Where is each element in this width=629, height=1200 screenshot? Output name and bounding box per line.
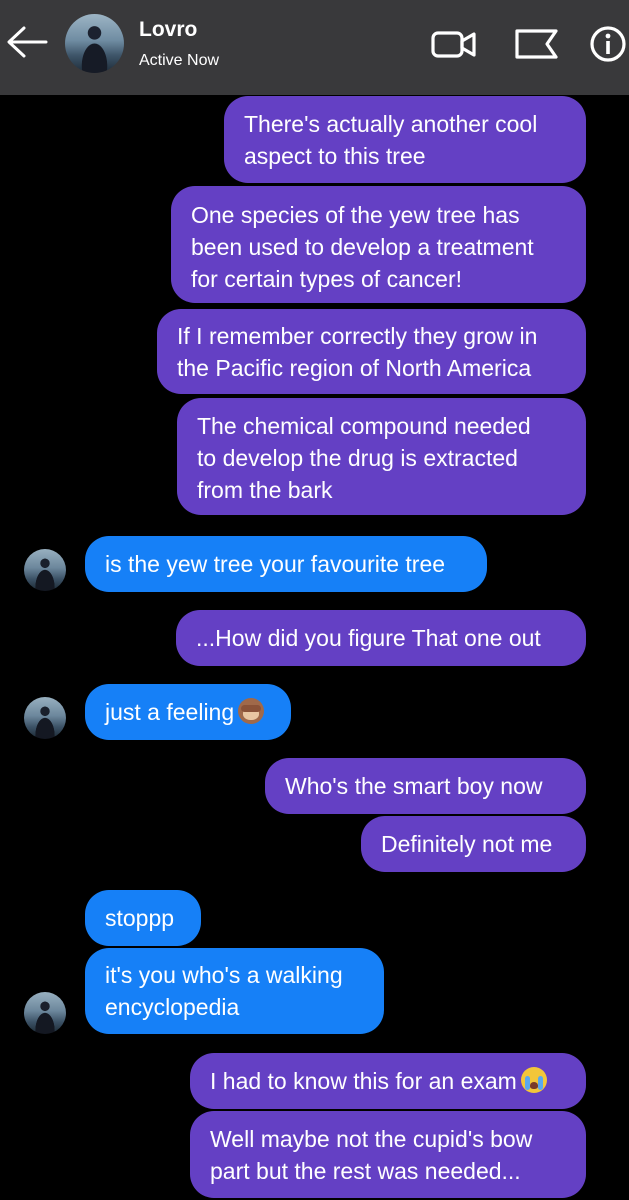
message-bubble-outgoing[interactable]: Definitely not me: [361, 816, 586, 872]
back-arrow-icon[interactable]: [4, 22, 48, 62]
contact-avatar-small[interactable]: [24, 549, 66, 591]
contact-avatar[interactable]: [65, 14, 124, 73]
see-no-evil-monkey-icon: [238, 698, 265, 724]
message-bubble-incoming[interactable]: just a feeling: [85, 684, 291, 740]
message-line: from the bark: [197, 477, 333, 503]
contact-name[interactable]: Lovro: [139, 18, 197, 42]
message-line: just a feeling: [105, 696, 271, 728]
flag-icon[interactable]: [512, 24, 560, 64]
message-line: for certain types of cancer!: [191, 266, 463, 292]
message-line: aspect to this tree: [244, 143, 426, 169]
message-line: is the yew tree your favourite tree: [105, 551, 446, 577]
message-line: Definitely not me: [381, 831, 553, 857]
chat-header: Lovro Active Now: [0, 0, 629, 95]
message-bubble-outgoing[interactable]: There's actually another cool aspect to …: [224, 96, 586, 183]
info-icon[interactable]: [588, 24, 628, 64]
message-bubble-outgoing[interactable]: Well maybe not the cupid's bow part but …: [190, 1111, 586, 1198]
message-line: Who's the smart boy now: [285, 773, 543, 799]
contact-status: Active Now: [139, 52, 220, 69]
message-line: the Pacific region of North America: [177, 355, 532, 381]
video-call-icon[interactable]: [430, 24, 478, 64]
message-line: stoppp: [105, 905, 175, 931]
crying-face-icon: [520, 1067, 547, 1093]
message-bubble-outgoing[interactable]: One species of the yew tree has been use…: [171, 186, 586, 303]
message-bubble-incoming[interactable]: is the yew tree your favourite tree: [85, 536, 487, 592]
message-line: Well maybe not the cupid's bow: [210, 1126, 533, 1152]
message-line: it's you who's a walking: [105, 962, 343, 988]
message-line: to develop the drug is extracted: [197, 445, 518, 471]
message-line: I had to know this for an exam: [210, 1065, 566, 1097]
message-bubble-outgoing[interactable]: ...How did you figure That one out: [176, 610, 586, 666]
message-line: ...How did you figure That one out: [196, 625, 541, 651]
message-bubble-outgoing[interactable]: The chemical compound needed to develop …: [177, 398, 586, 515]
message-bubble-incoming[interactable]: stoppp: [85, 890, 201, 946]
message-line: If I remember correctly they grow in: [177, 323, 538, 349]
message-line: part but the rest was needed...: [210, 1158, 521, 1184]
message-bubble-outgoing[interactable]: I had to know this for an exam: [190, 1053, 586, 1109]
message-line: One species of the yew tree has: [191, 202, 520, 228]
message-line: There's actually another cool: [244, 111, 538, 137]
contact-avatar-small[interactable]: [24, 697, 66, 739]
message-bubble-outgoing[interactable]: If I remember correctly they grow in the…: [157, 309, 586, 394]
message-line: The chemical compound needed: [197, 413, 531, 439]
contact-avatar-small[interactable]: [24, 992, 66, 1034]
message-line: been used to develop a treatment: [191, 234, 534, 260]
message-bubble-outgoing[interactable]: Who's the smart boy now: [265, 758, 586, 814]
message-line: encyclopedia: [105, 994, 240, 1020]
message-bubble-incoming[interactable]: it's you who's a walking encyclopedia: [85, 948, 384, 1034]
